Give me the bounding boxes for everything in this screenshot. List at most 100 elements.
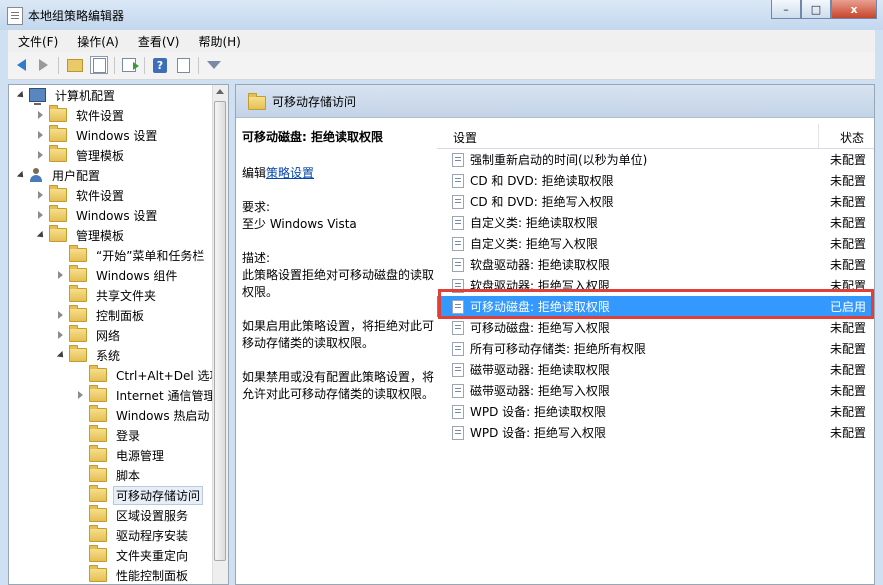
policy-row[interactable]: 自定义类: 拒绝写入权限 未配置 bbox=[437, 233, 874, 254]
tree-item-selected[interactable]: 可移动存储访问 bbox=[75, 485, 204, 505]
tree-item[interactable]: 网络 bbox=[55, 325, 123, 345]
expander[interactable] bbox=[35, 150, 45, 160]
tree-item[interactable]: 区域设置服务 bbox=[75, 505, 191, 525]
forward-button[interactable] bbox=[34, 56, 52, 74]
requirements-label: 要求: bbox=[242, 200, 271, 214]
edit-policy-link[interactable]: 策略设置 bbox=[266, 166, 314, 180]
tree-item[interactable]: Windows 热启动 bbox=[75, 405, 212, 425]
expander[interactable] bbox=[35, 210, 45, 220]
column-setting[interactable]: 设置 bbox=[453, 129, 477, 146]
tree-item[interactable]: 驱动程序安装 bbox=[75, 525, 191, 545]
policy-name: CD 和 DVD: 拒绝写入权限 bbox=[470, 195, 614, 209]
help-button[interactable]: ? bbox=[151, 56, 169, 74]
tree-item-label: 用户配置 bbox=[52, 168, 101, 183]
menu-help[interactable]: 帮助(H) bbox=[188, 33, 249, 50]
policy-row[interactable]: 软盘驱动器: 拒绝读取权限 未配置 bbox=[437, 254, 874, 275]
tree-item[interactable]: 管理模板 bbox=[35, 145, 127, 165]
expander[interactable] bbox=[35, 110, 45, 120]
minimize-button[interactable]: – bbox=[771, 0, 801, 19]
tree-item[interactable]: 性能控制面板 bbox=[75, 565, 191, 584]
policy-row[interactable]: 自定义类: 拒绝读取权限 未配置 bbox=[437, 212, 874, 233]
folder-icon bbox=[89, 545, 107, 562]
expander[interactable] bbox=[35, 130, 45, 140]
export-list-button[interactable] bbox=[120, 56, 139, 74]
expand-icon[interactable] bbox=[37, 191, 43, 199]
tree-item[interactable]: 电源管理 bbox=[75, 445, 167, 465]
expander[interactable] bbox=[55, 310, 65, 320]
tree-item[interactable]: Ctrl+Alt+Del 选项 bbox=[75, 365, 224, 385]
expander[interactable] bbox=[55, 350, 67, 360]
tree-item-label: Windows 设置 bbox=[76, 128, 158, 143]
expand-icon[interactable] bbox=[57, 331, 63, 339]
policy-row[interactable]: 强制重新启动的时间(以秒为单位) 未配置 bbox=[437, 149, 874, 170]
tree-item-label: Windows 设置 bbox=[76, 208, 158, 223]
scroll-up-icon[interactable] bbox=[216, 89, 224, 94]
expand-icon[interactable] bbox=[37, 211, 43, 219]
tree-scrollbar[interactable] bbox=[212, 85, 228, 584]
up-level-button[interactable] bbox=[66, 56, 84, 74]
tree-item[interactable]: Internet 通信管理 bbox=[75, 385, 218, 405]
restore-button[interactable]: □ bbox=[801, 0, 831, 19]
close-button[interactable]: x bbox=[831, 0, 877, 19]
expander[interactable] bbox=[15, 90, 27, 100]
tree-item[interactable]: 管理模板 bbox=[35, 225, 127, 245]
column-state[interactable]: 状态 bbox=[840, 129, 864, 146]
policy-row[interactable]: WPD 设备: 拒绝读取权限 未配置 bbox=[437, 401, 874, 422]
toolbar-separator bbox=[58, 57, 59, 74]
tree-item[interactable]: Windows 设置 bbox=[35, 205, 160, 225]
expander[interactable] bbox=[75, 390, 85, 400]
expander[interactable] bbox=[35, 190, 45, 200]
tree-item[interactable]: Windows 组件 bbox=[55, 265, 180, 285]
collapse-icon[interactable] bbox=[16, 170, 27, 180]
policy-row[interactable]: CD 和 DVD: 拒绝写入权限 未配置 bbox=[437, 191, 874, 212]
tree-item[interactable]: 软件设置 bbox=[35, 185, 127, 205]
tree-item[interactable]: 用户配置 bbox=[15, 165, 103, 185]
expand-icon[interactable] bbox=[77, 391, 83, 399]
menu-action[interactable]: 操作(A) bbox=[67, 33, 128, 50]
expander[interactable] bbox=[55, 330, 65, 340]
column-divider[interactable] bbox=[818, 124, 819, 148]
expand-icon[interactable] bbox=[57, 311, 63, 319]
scroll-thumb[interactable] bbox=[214, 101, 226, 561]
policy-row[interactable]: 所有可移动存储类: 拒绝所有权限 未配置 bbox=[437, 338, 874, 359]
policy-row[interactable]: 可移动磁盘: 拒绝写入权限 未配置 bbox=[437, 317, 874, 338]
back-button[interactable] bbox=[12, 56, 30, 74]
expand-icon[interactable] bbox=[37, 151, 43, 159]
policy-row[interactable]: WPD 设备: 拒绝写入权限 未配置 bbox=[437, 422, 874, 443]
console-tree-icon bbox=[92, 57, 106, 73]
tree-item[interactable]: 文件夹重定向 bbox=[75, 545, 191, 565]
tree-item[interactable]: 控制面板 bbox=[55, 305, 147, 325]
filter-button[interactable] bbox=[205, 56, 223, 74]
policy-setting-icon bbox=[452, 383, 464, 398]
expand-icon[interactable] bbox=[37, 111, 43, 119]
tree-item[interactable]: 共享文件夹 bbox=[55, 285, 159, 305]
tree-item[interactable]: 计算机配置 bbox=[15, 85, 118, 105]
collapse-icon[interactable] bbox=[36, 230, 47, 240]
tree-item[interactable]: Windows 设置 bbox=[35, 125, 160, 145]
tree-item[interactable]: 登录 bbox=[75, 425, 143, 445]
menu-file[interactable]: 文件(F) bbox=[8, 33, 67, 50]
expander[interactable] bbox=[55, 270, 65, 280]
policy-row[interactable]: CD 和 DVD: 拒绝读取权限 未配置 bbox=[437, 170, 874, 191]
policy-row[interactable]: 磁带驱动器: 拒绝写入权限 未配置 bbox=[437, 380, 874, 401]
menu-view[interactable]: 查看(V) bbox=[128, 33, 189, 50]
policy-state: 未配置 bbox=[829, 405, 866, 419]
tree-item[interactable]: 脚本 bbox=[75, 465, 143, 485]
expander[interactable] bbox=[15, 170, 27, 180]
policy-row[interactable]: 磁带驱动器: 拒绝读取权限 未配置 bbox=[437, 359, 874, 380]
tree-item[interactable]: “开始”菜单和任务栏 bbox=[55, 245, 207, 265]
tree-item[interactable]: 软件设置 bbox=[35, 105, 127, 125]
expander[interactable] bbox=[35, 230, 47, 240]
show-hide-tree-button[interactable] bbox=[90, 56, 108, 74]
expand-icon[interactable] bbox=[57, 271, 63, 279]
tree-item[interactable]: 系统 bbox=[55, 345, 123, 365]
console-tree[interactable]: 计算机配置 软件设置 Windows 设置 管理模板 用户配置 软件设置 Windows 设… bbox=[8, 84, 229, 585]
collapse-icon[interactable] bbox=[16, 90, 27, 100]
properties-button[interactable] bbox=[174, 56, 192, 74]
policy-state: 未配置 bbox=[829, 321, 866, 335]
tree-item-label: 脚本 bbox=[116, 468, 141, 483]
expand-icon[interactable] bbox=[37, 131, 43, 139]
collapse-icon[interactable] bbox=[56, 350, 67, 360]
